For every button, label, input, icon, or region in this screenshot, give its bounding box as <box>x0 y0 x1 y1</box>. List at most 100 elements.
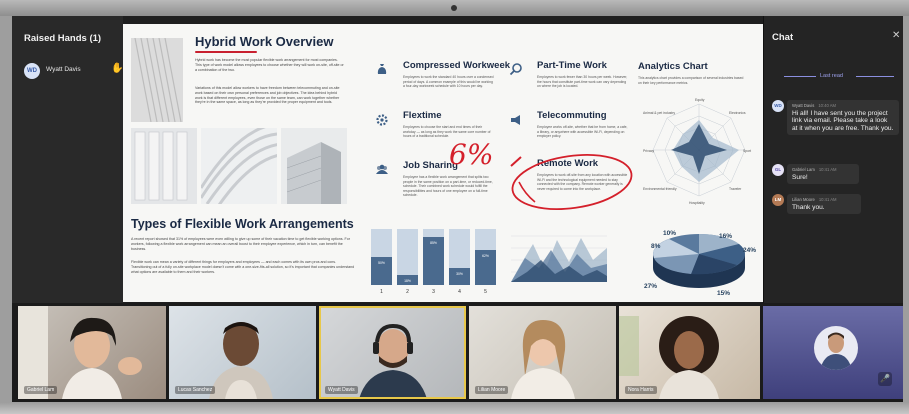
self-view-tile[interactable]: 🎤 <box>763 306 903 399</box>
bar-value-label: 18% <box>404 279 411 283</box>
intro-paragraph-2: Variations of this model allow workers t… <box>195 86 340 105</box>
flextime-title: Flextime <box>403 110 442 121</box>
svg-text:Equity: Equity <box>695 98 705 102</box>
search-icon <box>509 63 522 76</box>
svg-text:Sport: Sport <box>743 149 751 153</box>
bezel-top <box>0 0 909 16</box>
participant-name: Lucas Sanchez <box>175 386 216 394</box>
bar-category-label: 4 <box>458 289 461 295</box>
video-tile[interactable]: Gabriel Lam <box>18 306 166 399</box>
chat-panel: Chat ✕ Last read WD Wyatt Davis 10:40 AM … <box>763 16 903 303</box>
analytics-chart-title: Analytics Chart <box>638 61 708 72</box>
raised-hands-title: Raised Hands (1) <box>24 33 102 44</box>
bar-track: 30% <box>449 229 470 285</box>
radar-chart: Equity Electronics Sport Traveler Hospit… <box>643 98 751 205</box>
message-time: 10:40 AM <box>818 103 837 108</box>
bar-track: 18% <box>397 229 418 285</box>
message-sender: Wyatt Davis <box>792 103 815 108</box>
video-tile[interactable]: Lucas Sanchez <box>169 306 316 399</box>
svg-text:Traveler: Traveler <box>729 187 742 191</box>
building-facade-image <box>131 38 183 122</box>
bar-track: 62% <box>475 229 496 285</box>
device-frame: Raised Hands (1) WD Wyatt Davis ✋ Hybrid… <box>0 0 909 414</box>
camera-dot <box>451 5 457 11</box>
svg-text:Environmental friendly: Environmental friendly <box>643 187 677 191</box>
pie-chart-3d <box>653 233 745 288</box>
raised-hand-icon: ✋ <box>111 63 124 74</box>
people-group-icon <box>376 164 388 174</box>
participant-name: Gabriel Lam <box>24 386 58 394</box>
message-bubble: Gabriel Lam 10:41 AM Sure! <box>787 164 859 185</box>
microphone-icon[interactable]: 🎤 <box>878 372 892 386</box>
svg-text:Hospitality: Hospitality <box>689 201 705 205</box>
bar-value-label: 50% <box>378 261 385 265</box>
shared-slide: Hybrid Work Overview Hybrid work has bec… <box>123 24 763 302</box>
pie-label: 15% <box>717 290 731 297</box>
avatar: WD <box>772 100 784 112</box>
svg-text:Electronics: Electronics <box>729 111 746 115</box>
meeting-screen: Raised Hands (1) WD Wyatt Davis ✋ Hybrid… <box>12 16 903 402</box>
message-bubble: Lilian Moore 10:41 AM Thank you. <box>787 194 861 215</box>
money-bag-icon <box>377 64 387 74</box>
avatar: WD <box>24 63 40 79</box>
pie-label: 16% <box>719 233 733 240</box>
part-time-work-text: Employees to work fewer than 30 hours pe… <box>537 75 628 89</box>
annotation-text: 6% <box>449 138 493 171</box>
raised-hand-item[interactable]: WD Wyatt Davis ✋ <box>24 63 124 79</box>
bar-value-label: 85% <box>430 241 437 245</box>
message-text: Hi all! I have sent you the project link… <box>792 110 894 132</box>
part-time-work-title: Part-Time Work <box>537 60 607 71</box>
avatar: GL <box>772 164 784 176</box>
avatar: LM <box>772 194 784 206</box>
bar-chart: 50% 1 18% 2 85% 3 30% 4 62% 5 <box>371 225 499 295</box>
raised-hands-panel: Raised Hands (1) WD Wyatt Davis ✋ <box>12 16 123 303</box>
bar-value-label: 30% <box>456 272 463 276</box>
bar-category-label: 2 <box>406 289 409 295</box>
section-heading: Types of Flexible Work Arrangements <box>131 217 354 231</box>
video-strip: Gabriel Lam Lucas Sanchez Wyatt Davis Li… <box>12 303 903 402</box>
participant-name: Nora Harris <box>625 386 657 394</box>
bar-track: 85% <box>423 229 444 285</box>
compressed-workweek-text: Employees to work the standard 40 hours … <box>403 75 494 89</box>
slide-title: Hybrid Work Overview <box>195 34 334 49</box>
architecture-image-1 <box>131 128 197 204</box>
bar-track: 50% <box>371 229 392 285</box>
area-chart <box>511 235 607 282</box>
message-bubble: Wyatt Davis 10:40 AM Hi all! I have sent … <box>787 100 899 136</box>
analytics-chart-text: This analytics chart provides a comparis… <box>638 76 744 85</box>
participant-name: Wyatt Davis <box>325 386 358 394</box>
close-icon[interactable]: ✕ <box>892 30 900 41</box>
architecture-image-2 <box>201 128 277 204</box>
self-avatar <box>814 326 858 370</box>
bar-value-label: 62% <box>482 254 489 258</box>
svg-text:Animal & pet industry: Animal & pet industry <box>643 111 675 115</box>
title-underline <box>195 51 257 53</box>
svg-text:Privacy: Privacy <box>643 149 654 153</box>
video-tile[interactable]: Nora Harris <box>619 306 760 399</box>
bar-category-label: 1 <box>380 289 383 295</box>
video-tile-active-speaker[interactable]: Wyatt Davis <box>319 306 466 399</box>
telecommuting-title: Telecommuting <box>537 110 607 121</box>
message-text: Sure! <box>792 174 808 181</box>
pen-annotation: 6% <box>449 138 633 210</box>
bar-category-label: 3 <box>432 289 435 295</box>
last-read-divider: Last read <box>784 73 894 81</box>
intro-paragraph-1: Hybrid work has become the most popular … <box>195 58 344 72</box>
video-tile[interactable]: Lilian Moore <box>469 306 616 399</box>
participant-name: Lilian Moore <box>475 386 509 394</box>
bar-category-label: 5 <box>484 289 487 295</box>
pie-label: 8% <box>651 243 661 250</box>
message-time: 10:41 AM <box>818 197 837 202</box>
body-paragraph-1: A recent report showed that 31% of emplo… <box>131 237 350 251</box>
bezel-left <box>0 16 12 402</box>
architecture-image-3 <box>281 128 347 204</box>
bezel-right <box>903 16 909 402</box>
body-paragraph-2: Flexible work can mean a variety of diff… <box>131 260 355 274</box>
message-time: 10:41 AM <box>818 167 837 172</box>
pie-label: 10% <box>663 230 677 237</box>
raised-hand-name: Wyatt Davis <box>46 66 81 73</box>
bezel-bottom <box>0 402 909 414</box>
message-sender: Lilian Moore <box>792 197 815 202</box>
pie-label: 27% <box>644 283 658 290</box>
bar <box>449 268 470 285</box>
